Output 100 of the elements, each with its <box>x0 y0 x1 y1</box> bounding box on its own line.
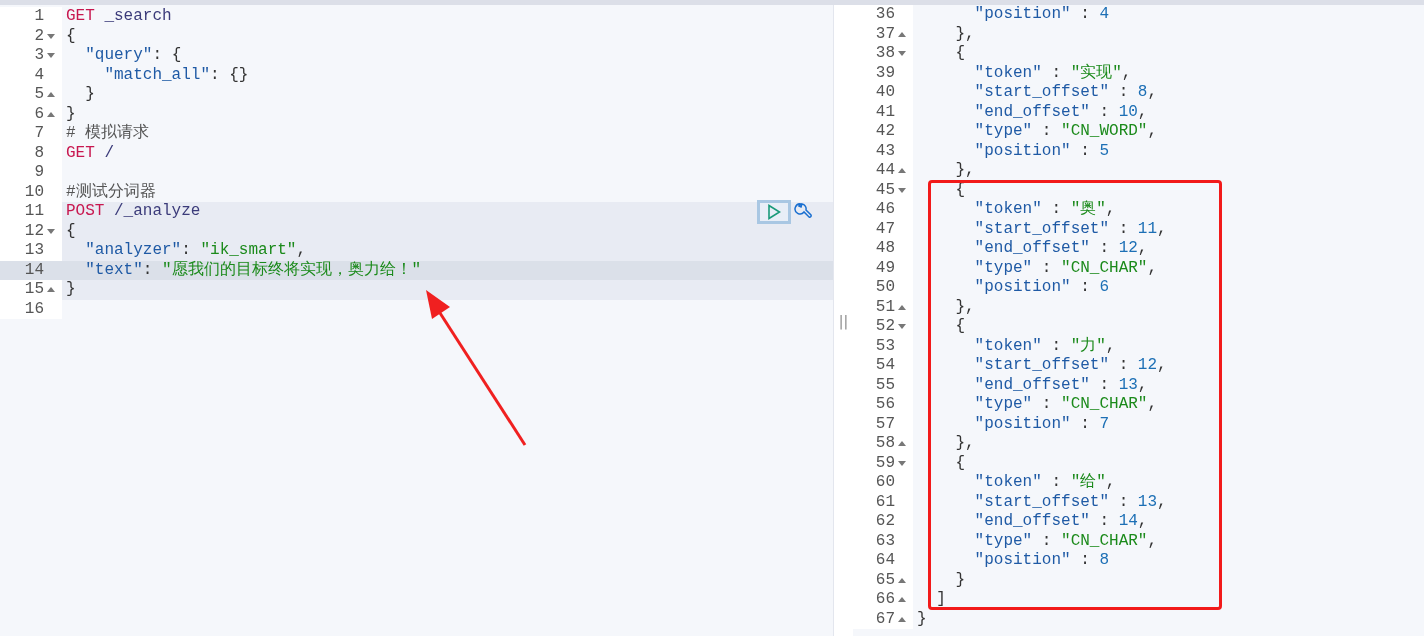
line-number: 2 <box>34 26 44 46</box>
line-number: 38 <box>875 44 895 64</box>
code-line: "position" : 6 <box>973 278 1110 298</box>
line-number: 55 <box>875 375 895 395</box>
code-line: ] <box>935 590 946 610</box>
fold-caret-icon[interactable] <box>47 92 55 98</box>
code-line: "end_offset" : 13, <box>973 375 1148 395</box>
code-line: }, <box>954 161 975 181</box>
fold-caret-icon[interactable] <box>898 616 906 622</box>
line-number: 58 <box>875 434 895 454</box>
code-line: "start_offset" : 13, <box>973 492 1167 512</box>
code-line: "end_offset" : 10, <box>973 102 1148 122</box>
line-number: 46 <box>875 200 895 220</box>
line-number: 65 <box>875 570 895 590</box>
code-line: "analyzer": "ik_smart", <box>84 241 307 261</box>
line-number: 8 <box>34 143 44 163</box>
code-line: } <box>954 570 965 590</box>
line-number: 16 <box>24 299 44 319</box>
code-line: "type" : "CN_WORD", <box>973 122 1158 142</box>
code-line: "token" : "力", <box>973 336 1116 356</box>
code-line: GET / <box>66 143 114 163</box>
code-line: { <box>954 317 965 337</box>
code-line: }, <box>954 434 975 454</box>
code-line: GET _search <box>66 7 172 27</box>
code-line: "type" : "CN_CHAR", <box>973 258 1158 278</box>
line-number: 14 <box>24 260 44 280</box>
code-line: "position" : 5 <box>973 141 1110 161</box>
line-number: 41 <box>875 102 895 122</box>
code-line: POST /_analyze <box>66 202 201 222</box>
fold-caret-icon[interactable] <box>898 304 906 310</box>
line-number: 56 <box>875 395 895 415</box>
code-line: { <box>954 44 965 64</box>
fold-caret-icon[interactable] <box>47 33 55 39</box>
line-number: 42 <box>875 122 895 142</box>
fold-caret-icon[interactable] <box>898 597 906 603</box>
code-line: { <box>66 26 76 46</box>
line-number: 10 <box>24 182 44 202</box>
code-line: # 模拟请求 <box>66 124 150 144</box>
fold-caret-icon[interactable] <box>898 51 906 57</box>
line-number: 6 <box>34 104 44 124</box>
code-line: "query": { <box>84 46 182 66</box>
code-line: "end_offset" : 14, <box>973 512 1148 532</box>
line-number: 66 <box>875 590 895 610</box>
code-line: "match_all": {} <box>103 65 249 85</box>
code-line: "position" : 4 <box>973 5 1110 25</box>
fold-caret-icon[interactable] <box>898 441 906 447</box>
run-button[interactable] <box>757 200 791 224</box>
fold-caret-icon[interactable] <box>898 168 906 174</box>
line-number: 47 <box>875 219 895 239</box>
line-number: 51 <box>875 297 895 317</box>
code-line: { <box>66 221 76 241</box>
code-line: }, <box>954 297 975 317</box>
line-number: 13 <box>24 241 44 261</box>
line-number: 3 <box>34 46 44 66</box>
code-line: } <box>84 85 95 105</box>
code-line: "type" : "CN_CHAR", <box>973 395 1158 415</box>
line-number: 61 <box>875 492 895 512</box>
line-number: 1 <box>34 7 44 27</box>
fold-caret-icon[interactable] <box>47 228 55 234</box>
fold-caret-icon[interactable] <box>898 460 906 466</box>
fold-caret-icon[interactable] <box>47 111 55 117</box>
code-line: "token" : "实现", <box>973 63 1132 83</box>
code-line: }, <box>954 24 975 44</box>
play-icon <box>767 204 781 220</box>
line-number: 57 <box>875 414 895 434</box>
code-line: } <box>917 609 927 629</box>
line-number: 48 <box>875 239 895 259</box>
fold-caret-icon[interactable] <box>898 577 906 583</box>
fold-caret-icon[interactable] <box>47 287 55 293</box>
line-number: 12 <box>24 221 44 241</box>
code-line: "start_offset" : 11, <box>973 219 1167 239</box>
line-number: 63 <box>875 531 895 551</box>
line-number: 43 <box>875 141 895 161</box>
fold-caret-icon[interactable] <box>898 31 906 37</box>
line-number: 59 <box>875 453 895 473</box>
line-number: 62 <box>875 512 895 532</box>
resize-handle[interactable]: || <box>838 312 849 329</box>
fold-caret-icon[interactable] <box>898 324 906 330</box>
code-line: "start_offset" : 8, <box>973 83 1158 103</box>
line-number: 53 <box>875 336 895 356</box>
code-line: #测试分词器 <box>66 182 156 202</box>
fold-caret-icon[interactable] <box>47 53 55 59</box>
line-number: 37 <box>875 24 895 44</box>
line-number: 52 <box>875 317 895 337</box>
line-number: 11 <box>24 202 44 222</box>
line-number: 49 <box>875 258 895 278</box>
code-line: "token" : "给", <box>973 473 1116 493</box>
line-number: 60 <box>875 473 895 493</box>
line-number: 44 <box>875 161 895 181</box>
code-line: "text": "愿我们的目标终将实现，奥力给！" <box>84 260 422 280</box>
code-line: { <box>954 453 965 473</box>
line-number: 36 <box>875 5 895 25</box>
line-number: 15 <box>24 280 44 300</box>
line-number: 40 <box>875 83 895 103</box>
fold-caret-icon[interactable] <box>898 187 906 193</box>
code-line: } <box>66 104 76 124</box>
line-number: 39 <box>875 63 895 83</box>
line-number: 67 <box>875 609 895 629</box>
code-line: "end_offset" : 12, <box>973 239 1148 259</box>
line-number: 4 <box>34 65 44 85</box>
